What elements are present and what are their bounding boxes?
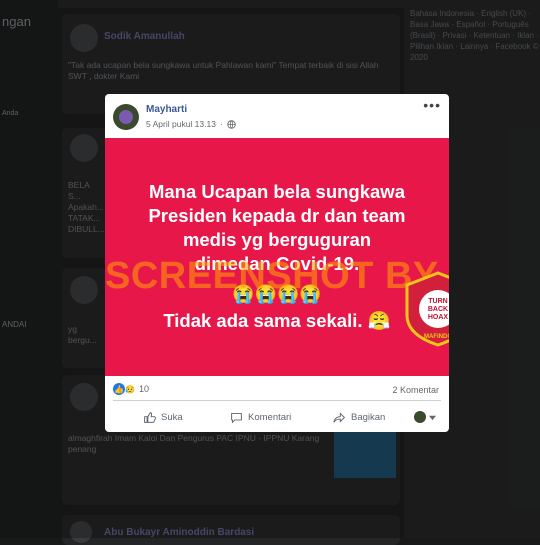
like-button[interactable]: Suka <box>143 411 183 424</box>
image-line: Tidak ada sama sekali. 😤 <box>163 310 391 331</box>
svg-text:HOAX: HOAX <box>428 314 449 321</box>
comment-icon <box>231 412 242 424</box>
thumbs-up-icon <box>144 411 156 423</box>
mafindo-seal-logo: TURN BACK HOAX MAFINDO <box>405 271 449 347</box>
globe-icon <box>227 119 236 129</box>
avatar <box>414 411 426 423</box>
caret-down-icon <box>429 415 436 420</box>
post-author[interactable]: Mayharti <box>146 104 187 115</box>
like-label: Suka <box>161 411 183 423</box>
svg-text:MAFINDO: MAFINDO <box>424 334 449 340</box>
image-line: medis yg berguguran <box>182 229 372 250</box>
comment-count[interactable]: 2 Komentar <box>392 385 439 395</box>
more-options-icon[interactable]: ••• <box>423 98 441 112</box>
sad-reaction-icon: 😥 <box>125 384 135 394</box>
share-button[interactable]: Bagikan <box>333 411 385 424</box>
comment-button[interactable]: Komentari <box>230 411 291 424</box>
post-image[interactable]: Mana Ucapan bela sungkawa Presiden kepad… <box>105 138 449 376</box>
post-meta: 5 April pukul 13.13 · <box>146 119 236 129</box>
post-card: Mayharti 5 April pukul 13.13 · ••• Mana … <box>105 94 449 432</box>
author-avatar[interactable] <box>113 104 139 130</box>
image-line: Presiden kepada dr dan team <box>148 205 406 226</box>
image-line: Mana Ucapan bela sungkawa <box>148 181 405 202</box>
reaction-count: 10 <box>139 384 150 394</box>
audience-selector[interactable] <box>414 411 436 423</box>
watermark-text: SCREENSHOT BY <box>105 255 439 297</box>
post-actions: Suka Komentari Bagikan <box>105 406 449 428</box>
share-label: Bagikan <box>351 411 386 423</box>
comment-label: Komentari <box>248 411 292 423</box>
svg-text:BACK: BACK <box>428 306 448 313</box>
divider <box>113 400 441 401</box>
reaction-summary[interactable]: 👍 😥 10 <box>113 383 149 395</box>
share-icon <box>333 411 346 423</box>
svg-text:TURN: TURN <box>428 298 447 305</box>
post-date[interactable]: 5 April pukul 13.13 <box>146 119 216 129</box>
